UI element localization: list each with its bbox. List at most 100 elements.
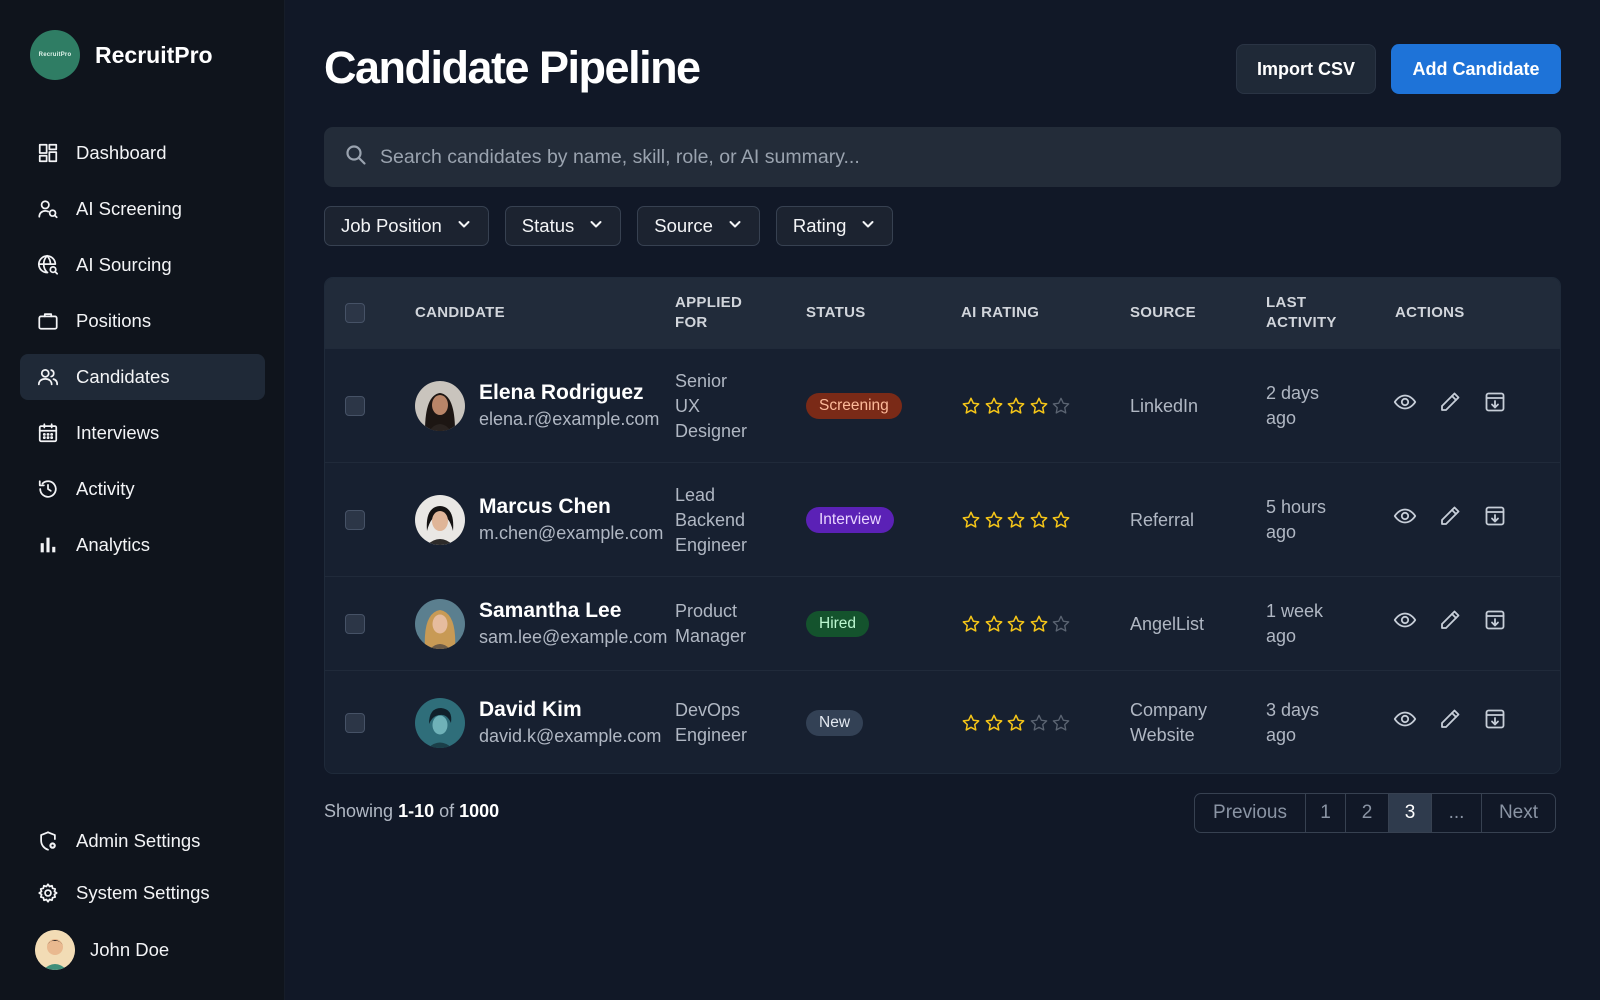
import-csv-button[interactable]: Import CSV (1236, 44, 1376, 94)
filter-label: Rating (792, 215, 847, 236)
globe-search-icon (36, 253, 60, 277)
sidebar-item-label: Admin Settings (76, 830, 201, 851)
page-2-button[interactable]: 2 (1346, 794, 1389, 832)
column-header-applied-line1: APPLIED (675, 294, 743, 311)
edit-button[interactable] (1437, 391, 1463, 417)
applied-line: Backend (675, 509, 746, 530)
page-3-button[interactable]: 3 (1389, 794, 1432, 832)
row-checkbox[interactable] (345, 510, 365, 530)
candidate-name[interactable]: Samantha Lee (479, 598, 621, 624)
sidebar-item-ai-screening[interactable]: AI Screening (20, 186, 265, 232)
source: LinkedIn (1130, 394, 1198, 419)
page-title: Candidate Pipeline (324, 42, 701, 93)
avatar (415, 599, 465, 649)
filter-status-dropdown[interactable]: Status (504, 206, 622, 246)
sidebar-item-analytics[interactable]: Analytics (20, 522, 265, 568)
applied-line: UX (675, 395, 701, 416)
archive-icon (1483, 390, 1507, 419)
add-candidate-button[interactable]: Add Candidate (1391, 44, 1561, 94)
brand-logo-text: RecruitPro (38, 52, 72, 58)
sidebar-item-label: AI Sourcing (76, 254, 172, 275)
applied-line: Product (675, 601, 738, 621)
sidebar-item-activity[interactable]: Activity (20, 466, 265, 512)
edit-button[interactable] (1437, 609, 1463, 635)
column-header-last-activity[interactable]: LAST ACTIVITY (1266, 278, 1337, 348)
user-profile[interactable]: John Doe (35, 930, 169, 970)
previous-page-button[interactable]: Previous (1195, 794, 1306, 832)
history-icon (36, 477, 60, 501)
chevron-down-icon (846, 216, 876, 237)
archive-button[interactable] (1482, 609, 1508, 635)
edit-button[interactable] (1437, 708, 1463, 734)
column-header-applied[interactable]: APPLIED FOR (675, 278, 742, 348)
source-line: LinkedIn (1130, 395, 1199, 416)
archive-icon (1483, 608, 1507, 637)
sidebar-item-ai-sourcing[interactable]: AI Sourcing (20, 242, 265, 288)
applied-line: Lead (675, 484, 716, 505)
column-header-source[interactable]: SOURCE (1130, 278, 1196, 348)
star-filled-icon (1029, 396, 1052, 421)
edit-button[interactable] (1437, 505, 1463, 531)
view-button[interactable] (1392, 609, 1418, 635)
star-filled-icon (1051, 510, 1074, 535)
candidate-name[interactable]: Marcus Chen (479, 494, 611, 520)
filter-job-position-dropdown[interactable]: Job Position (324, 206, 489, 246)
row-actions (1392, 708, 1527, 734)
sidebar-item-label: AI Screening (76, 198, 182, 219)
row-checkbox[interactable] (345, 614, 365, 634)
last-activity: 1 week ago (1266, 599, 1323, 649)
archive-button[interactable] (1482, 391, 1508, 417)
dashboard-icon (36, 141, 60, 165)
applied-line: Designer (675, 420, 748, 441)
table-row[interactable]: Samantha Lee sam.lee@example.com Product… (325, 576, 1560, 670)
search-input[interactable] (380, 145, 1561, 169)
star-filled-icon (984, 396, 1007, 421)
column-header-ai-rating[interactable]: AI RATING (961, 278, 1039, 348)
table-row[interactable]: David Kim david.k@example.com DevOps Engi… (325, 670, 1560, 773)
next-page-button[interactable]: Next (1482, 794, 1555, 832)
column-header-activity-line1: LAST (1266, 294, 1307, 311)
filter-rating-dropdown[interactable]: Rating (775, 206, 894, 246)
last-activity: 5 hours ago (1266, 495, 1326, 545)
status-badge: Screening (806, 393, 902, 419)
candidate-name[interactable]: David Kim (479, 697, 582, 723)
source-line: Website (1130, 725, 1195, 745)
chevron-down-icon (442, 216, 472, 237)
select-all-checkbox[interactable] (345, 303, 365, 323)
table-row[interactable]: Marcus Chen m.chen@example.com Lead Backe… (325, 462, 1560, 576)
archive-button[interactable] (1482, 708, 1508, 734)
candidate-info: Marcus Chen m.chen@example.com (479, 494, 663, 546)
sidebar-item-candidates[interactable]: Candidates (20, 354, 265, 400)
sidebar-item-positions[interactable]: Positions (20, 298, 265, 344)
archive-button[interactable] (1482, 505, 1508, 531)
sidebar-item-interviews[interactable]: Interviews (20, 410, 265, 456)
edit-icon (1438, 504, 1462, 533)
activity-line: ago (1266, 725, 1297, 745)
user-search-icon (36, 197, 60, 221)
view-button[interactable] (1392, 708, 1418, 734)
column-header-status[interactable]: STATUS (806, 278, 866, 348)
row-checkbox[interactable] (345, 396, 365, 416)
row-checkbox[interactable] (345, 713, 365, 733)
sidebar-item-admin-settings[interactable]: Admin Settings (20, 818, 265, 864)
candidate-email: m.chen@example.com (479, 523, 664, 543)
table-row[interactable]: Elena Rodriguez elena.r@example.com Seni… (325, 348, 1560, 462)
brand[interactable]: RecruitPro RecruitPro (30, 30, 213, 80)
applied-line: Engineer (675, 534, 748, 555)
column-header-applied-line2: FOR (675, 314, 708, 331)
page-1-button[interactable]: 1 (1306, 794, 1346, 832)
calendar-icon (36, 421, 60, 445)
sidebar: RecruitPro RecruitPro Dashboard AI Screen… (0, 0, 285, 1000)
column-header-candidate[interactable]: CANDIDATE (415, 278, 505, 348)
sidebar-item-label: Dashboard (76, 142, 167, 163)
sidebar-item-system-settings[interactable]: System Settings (20, 870, 265, 916)
page-ellipsis: ... (1432, 794, 1482, 832)
view-button[interactable] (1392, 505, 1418, 531)
candidate-name[interactable]: Elena Rodriguez (479, 380, 644, 406)
view-button[interactable] (1392, 391, 1418, 417)
filter-source-dropdown[interactable]: Source (637, 206, 760, 246)
showing-prefix: Showing (324, 801, 394, 821)
avatar (35, 930, 75, 970)
sidebar-item-dashboard[interactable]: Dashboard (20, 130, 265, 176)
search-icon (344, 143, 368, 172)
